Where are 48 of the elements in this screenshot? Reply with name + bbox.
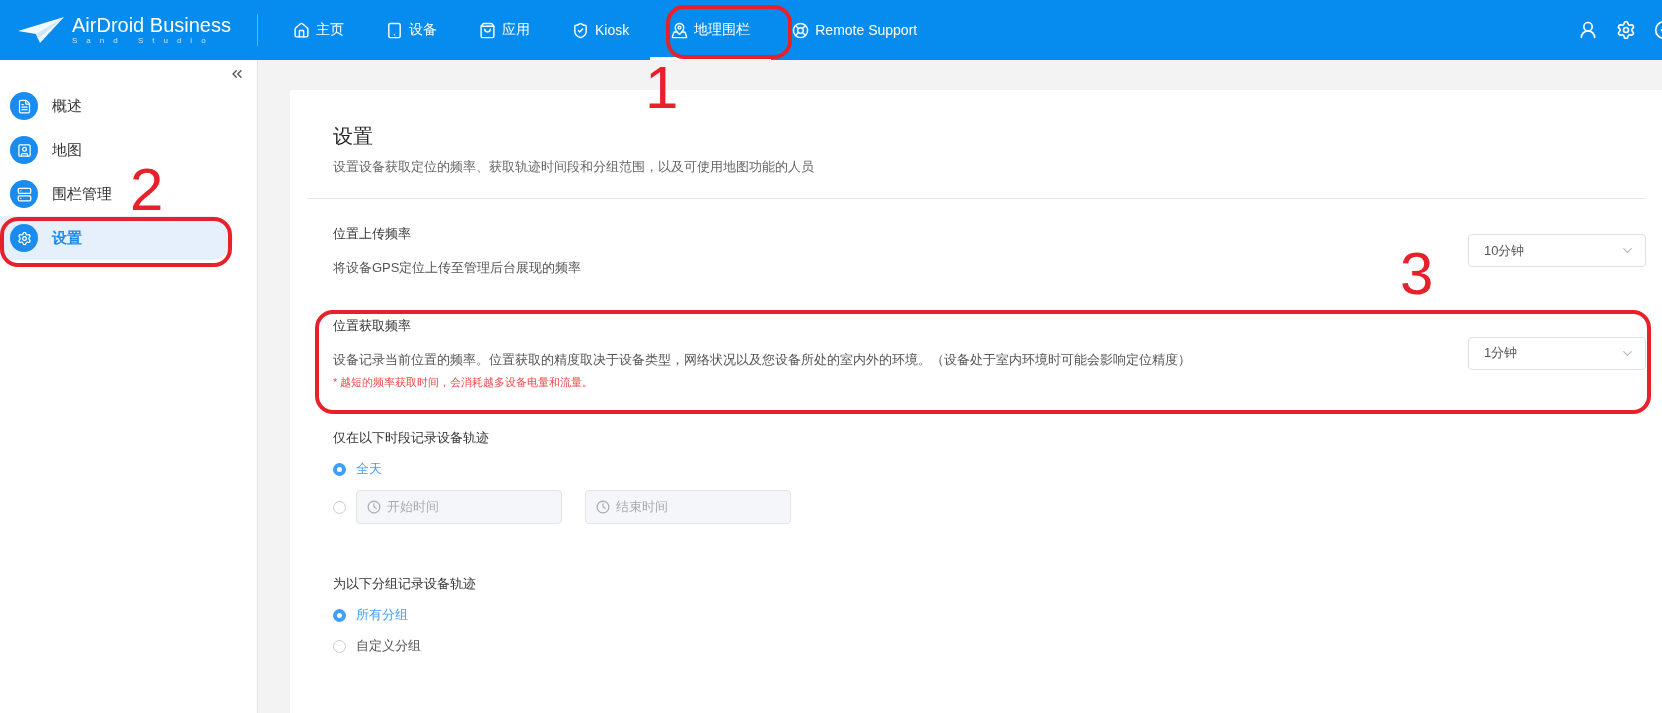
sidebar-item[interactable]: 围栏管理 [0,172,122,216]
paper-plane-logo-icon [18,17,64,43]
start-time-field[interactable]: 开始时间 [356,490,562,524]
brand-tagline: Sand Studio [72,37,216,45]
radio-button[interactable] [333,639,346,653]
setting-label: 位置上传频率 [333,225,412,243]
shield-icon [572,21,589,39]
home-icon [293,21,310,39]
server-icon [10,180,38,208]
radio-label[interactable]: 全天 [356,460,382,478]
settings-icon [10,224,38,252]
annotation-number: 3 [1400,244,1434,304]
bag-icon [479,21,496,39]
nav-tab[interactable]: Remote Support [771,0,939,60]
end-time-field[interactable]: 结束时间 [585,490,791,524]
clock-icon [367,500,381,514]
nav-tab[interactable]: Kiosk [551,0,651,60]
sidebar-item[interactable]: 地图 [0,128,92,172]
tablet-icon [386,21,403,39]
frequency-select[interactable]: 10分钟 [1468,234,1646,267]
sidebar-item[interactable]: 概述 [0,84,92,128]
radio-button[interactable] [333,500,346,514]
support-agent-icon[interactable] [1578,20,1598,40]
nav-tab[interactable]: 应用 [458,0,551,60]
document-icon [10,92,38,120]
nav-tab[interactable]: 地理围栏 [650,0,772,60]
radio-label[interactable]: 所有分组 [356,606,408,624]
nav-tab[interactable]: 主页 [272,0,365,60]
contact-card-icon [10,136,38,164]
setting-label: 仅在以下时段记录设备轨迹 [333,429,490,447]
brand-name: AirDroid Business [72,15,231,35]
radio-button[interactable] [333,608,346,622]
setting-label: 为以下分组记录设备轨迹 [333,575,477,593]
frequency-select[interactable]: 1分钟 [1468,336,1646,370]
setting-description: 将设备GPS定位上传至管理后台展现的频率 [333,259,582,277]
page-title: 设置 [333,124,374,149]
setting-description: 设备记录当前位置的频率。位置获取的精度取决于设备类型，网络状况以及您设备所处的室内外的环境。（设备处于室内环境时可能会影响定位精度） [333,351,1191,369]
radio-label[interactable]: 自定义分组 [356,637,421,655]
setting-label: 位置获取频率 [333,317,412,335]
annotation-number: 1 [645,58,679,118]
lifebuoy-icon [792,21,810,39]
settings-icon[interactable] [1616,20,1636,40]
nav-tab[interactable]: 设备 [365,0,458,60]
radio-button[interactable] [333,462,346,476]
map-pin-icon [671,21,689,39]
page-subtitle: 设置设备获取定位的频率、获取轨迹时间段和分组范围，以及可使用地图功能的人员 [333,158,815,176]
clock-icon [596,500,610,514]
warning-text: * 越短的频率获取时间，会消耗越多设备电量和流量。 [333,375,595,390]
